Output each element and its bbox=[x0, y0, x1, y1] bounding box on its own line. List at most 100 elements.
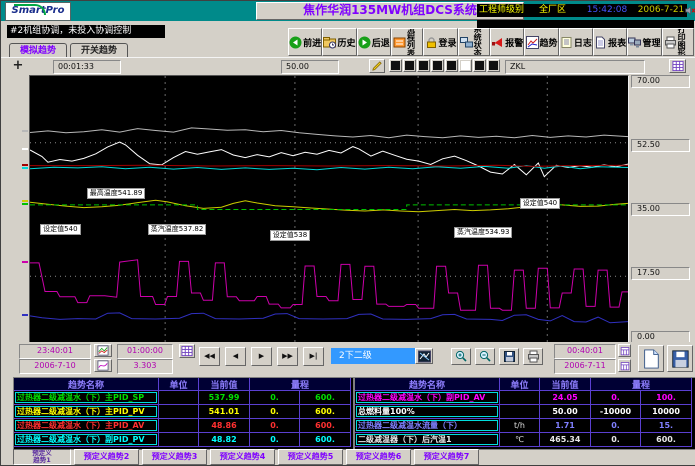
date-field: 2006-7-21 bbox=[635, 4, 687, 17]
trend-curve bbox=[30, 165, 628, 166]
unit-cell bbox=[159, 433, 199, 447]
trend-plot[interactable]: 最高温度541.89设定值540蒸汽温度537.82设定值538蒸汽温度534.… bbox=[29, 75, 629, 344]
start-date-field[interactable]: 2006-7-10 bbox=[19, 359, 91, 374]
to-end-button[interactable]: ▶| bbox=[303, 347, 324, 366]
system-status-icon bbox=[460, 36, 473, 49]
swatch-color bbox=[447, 61, 456, 70]
predefined-trend-tab[interactable]: 预定义趋势7 bbox=[414, 449, 479, 465]
toolbar-print-button[interactable]: 打印 图形 bbox=[662, 28, 694, 56]
predefined-trend-tab[interactable]: 预定义趋势3 bbox=[142, 449, 207, 465]
pen-icon bbox=[370, 60, 384, 72]
color-swatch-button[interactable] bbox=[417, 59, 430, 72]
toolbar-label: 系统 状态 bbox=[474, 28, 488, 56]
trend-name-cell[interactable]: 过热器二级减温水（下）主PID_AV bbox=[14, 419, 159, 433]
trend-name-cell[interactable]: 过热器二级减温水（下）主PID_PV bbox=[14, 405, 159, 419]
color-swatch-button[interactable] bbox=[403, 59, 416, 72]
time-span-field[interactable]: 01:00:00 bbox=[117, 344, 173, 359]
crosshair-icon[interactable]: + bbox=[11, 58, 25, 73]
toolbar-label: 前进 bbox=[303, 36, 321, 49]
calendar-icon bbox=[619, 346, 630, 356]
predefined-trend-tab[interactable]: 预定义趋势2 bbox=[74, 449, 139, 465]
current-value-cell: 50.00 bbox=[540, 405, 591, 419]
trend-curve bbox=[30, 313, 628, 323]
toolbar-report-button[interactable]: 报表 bbox=[593, 28, 627, 56]
cursor-value-label: 设定值540 bbox=[40, 224, 80, 235]
trend-name: 过热器二级减温水（下）主PID_AV bbox=[15, 420, 157, 431]
predefined-trend-tab[interactable]: 预定义 趋势1 bbox=[13, 449, 71, 465]
mini-trend-button[interactable] bbox=[94, 344, 112, 357]
trend-table-left: 趋势名称单位当前值量程过热器二级减温水（下）主PID_SP537.990.600… bbox=[14, 378, 353, 449]
history-icon bbox=[323, 36, 336, 49]
range-max-cell: 600. bbox=[300, 419, 351, 433]
range-min-cell: -10000 bbox=[591, 405, 641, 419]
zoom-out-icon bbox=[476, 350, 494, 363]
curve-position-tick bbox=[22, 261, 28, 263]
end-date-field[interactable]: 2006-7-11 bbox=[554, 359, 616, 374]
predefined-trend-tab[interactable]: 预定义趋势6 bbox=[346, 449, 411, 465]
color-swatch-button[interactable] bbox=[389, 59, 402, 72]
toolbar-log-button[interactable]: 日志 bbox=[559, 28, 593, 56]
grid-button[interactable] bbox=[669, 59, 686, 73]
range-select[interactable]: 2下二级 bbox=[331, 348, 421, 364]
range-max-cell: 600. bbox=[300, 405, 351, 419]
zoom-in-button[interactable] bbox=[451, 348, 471, 365]
mini-curve-button[interactable] bbox=[94, 359, 112, 372]
mute-speaker-icon[interactable] bbox=[685, 5, 695, 17]
cursor-time-field: 00:01:33 bbox=[53, 60, 121, 74]
smartpro-logo: SmartPro bbox=[5, 2, 71, 21]
printer-icon bbox=[524, 350, 542, 363]
view-tab[interactable]: 开关趋势 bbox=[70, 43, 128, 58]
trend-name-cell[interactable]: 过热器二级减温水流量（下） bbox=[355, 419, 500, 433]
trend-name-cell[interactable]: 二级减温器（下）后汽温1 bbox=[355, 433, 500, 447]
unit-cell bbox=[159, 419, 199, 433]
toolbar-back-button[interactable]: 后退 bbox=[357, 28, 391, 56]
predefined-trend-tab[interactable]: 预定义趋势4 bbox=[210, 449, 275, 465]
pen-button[interactable] bbox=[369, 59, 385, 73]
toolbar-manage-button[interactable]: 管理 bbox=[627, 28, 661, 56]
step-back-button[interactable]: ◀ bbox=[225, 347, 246, 366]
column-header-unit: 单位 bbox=[500, 378, 540, 391]
column-header-value: 当前值 bbox=[199, 378, 250, 391]
calendar-button[interactable] bbox=[618, 344, 631, 357]
grid-table-button[interactable] bbox=[179, 344, 195, 358]
color-swatch-button[interactable] bbox=[445, 59, 458, 72]
toolbar-system-status-button[interactable]: 系统 状态 bbox=[458, 28, 490, 56]
color-swatch-button[interactable] bbox=[487, 59, 500, 72]
toolbar-history-button[interactable]: 历史 bbox=[322, 28, 356, 56]
trend-name-cell[interactable]: 过热器二级减温水（下）副PID_AV bbox=[355, 391, 500, 405]
new-trend-button[interactable] bbox=[638, 345, 664, 372]
color-swatch-button[interactable] bbox=[431, 59, 444, 72]
toolbar-trend-button[interactable]: 趋势 bbox=[524, 28, 558, 56]
view-tab[interactable]: 模拟趋势 bbox=[9, 43, 67, 58]
save-trend-button[interactable] bbox=[667, 345, 693, 372]
column-header-name: 趋势名称 bbox=[355, 378, 500, 391]
end-time-field[interactable]: 00:40:01 bbox=[554, 344, 616, 359]
cursor-value-label: 设定值540 bbox=[520, 198, 560, 209]
color-swatch-button[interactable] bbox=[473, 59, 486, 72]
range-min-cell: 0. bbox=[250, 433, 300, 447]
fast-forward-button[interactable]: ▶▶ bbox=[277, 347, 298, 366]
predefined-trend-tab[interactable]: 预定义趋势5 bbox=[278, 449, 343, 465]
toolbar-lock-button[interactable]: 登录 bbox=[423, 28, 457, 56]
print-icon bbox=[664, 36, 677, 49]
start-time-field[interactable]: 23:40:01 bbox=[19, 344, 91, 359]
toolbar-flowchart-button[interactable]: 流程 列表 bbox=[391, 28, 423, 56]
print-button[interactable] bbox=[523, 348, 543, 365]
trend-name-cell[interactable]: 过热器二级减温水（下）副PID_PV bbox=[14, 433, 159, 447]
toolbar-forward-button[interactable]: 前进 bbox=[288, 28, 322, 56]
toolbar-alarm-button[interactable]: 报警 bbox=[490, 28, 524, 56]
curve-position-tick bbox=[22, 164, 28, 166]
playback-bar: ◀◀◀▶▶▶▶| bbox=[199, 347, 324, 366]
calendar-button[interactable] bbox=[618, 359, 631, 372]
range-select-button[interactable] bbox=[415, 348, 433, 364]
zoom-out-button[interactable] bbox=[475, 348, 495, 365]
save-button[interactable] bbox=[499, 348, 519, 365]
play-button[interactable]: ▶ bbox=[251, 347, 272, 366]
current-value-cell: 465.34 bbox=[540, 433, 591, 447]
trend-name-cell[interactable]: 过热器二级减温水（下）主PID_SP bbox=[14, 391, 159, 405]
rewind-button[interactable]: ◀◀ bbox=[199, 347, 220, 366]
color-swatch-button[interactable] bbox=[459, 59, 472, 72]
interval-field[interactable]: 3.303 bbox=[117, 359, 173, 374]
curve-position-tick bbox=[22, 167, 28, 169]
trend-name-cell[interactable]: 总燃料量100% bbox=[355, 405, 500, 419]
